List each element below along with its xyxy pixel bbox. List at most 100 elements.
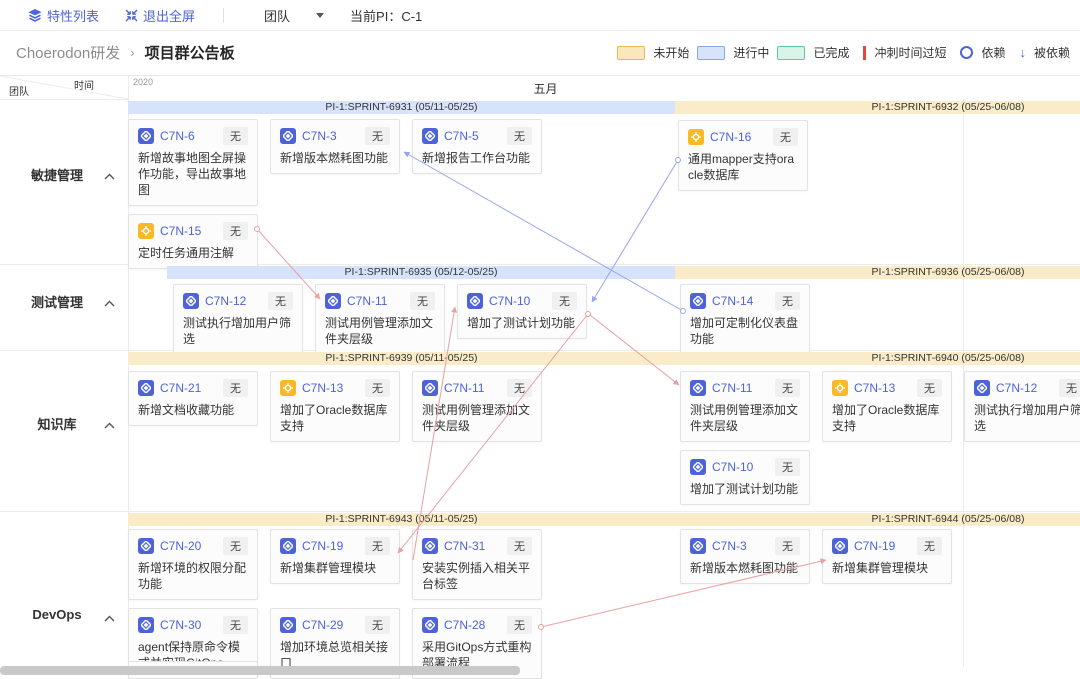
team-row: DevOpsPI-1:SPRINT-6943 (05/11-05/25)C7N-…	[0, 511, 1080, 667]
card-tag-badge: 无	[365, 127, 390, 145]
issue-id-link[interactable]: C7N-3	[712, 539, 747, 553]
feature-card[interactable]: C7N-6无新增故事地图全屏操作功能，导出故事地图	[128, 119, 258, 206]
feature-icon	[422, 538, 438, 554]
card-tag-badge: 无	[775, 458, 800, 476]
sprint-name: PI-1:SPRINT-6936	[872, 266, 959, 278]
card-title: 测试执行增加用户筛选	[974, 402, 1080, 434]
issue-id-link[interactable]: C7N-10	[712, 460, 753, 474]
issue-id-link[interactable]: C7N-19	[854, 539, 895, 553]
depends-label: 依赖	[981, 44, 1005, 61]
sprint-dates: (05/25-06/08)	[961, 352, 1024, 364]
sprint-card-cell: C7N-16无通用mapper支持oracle数据库	[678, 120, 1080, 191]
issue-id-link[interactable]: C7N-21	[160, 381, 201, 395]
sprint-header-bar: PI-1:SPRINT-6940 (05/25-06/08)	[675, 352, 1080, 365]
team-row: 测试管理PI-1:SPRINT-6935 (05/12-05/25)C7N-12…	[0, 264, 1080, 350]
feature-card[interactable]: C7N-21无新增文档收藏功能	[128, 371, 258, 426]
sprint-header-bar: PI-1:SPRINT-6935 (05/12-05/25)	[167, 266, 675, 279]
current-pi-label: 当前PI：	[350, 9, 401, 24]
sprint-header-bar: PI-1:SPRINT-6932 (05/25-06/08)	[675, 101, 1080, 114]
issue-id-link[interactable]: C7N-13	[302, 381, 343, 395]
issue-id-link[interactable]: C7N-11	[444, 381, 484, 395]
feature-icon	[690, 380, 706, 396]
collapse-team-chevron-icon[interactable]	[104, 416, 115, 434]
issue-id-link[interactable]: C7N-11	[712, 381, 752, 395]
card-tag-badge: 无	[917, 379, 942, 397]
horizontal-scrollbar[interactable]	[0, 666, 520, 675]
exit-fullscreen-icon	[125, 9, 138, 22]
feature-list-label: 特性列表	[47, 6, 99, 25]
sprint-header-bar: PI-1:SPRINT-6939 (05/11-05/25)	[128, 352, 675, 365]
feature-card[interactable]: C7N-10无增加了测试计划功能	[680, 450, 810, 505]
issue-id-link[interactable]: C7N-10	[489, 294, 530, 308]
feature-card[interactable]: C7N-12无测试执行增加用户筛选	[173, 284, 303, 355]
issue-id-link[interactable]: C7N-16	[710, 130, 751, 144]
sprint-header-bar: PI-1:SPRINT-6936 (05/25-06/08)	[675, 266, 1080, 279]
card-title: 增加了测试计划功能	[467, 315, 577, 331]
feature-card[interactable]: C7N-3无新增版本燃耗图功能	[680, 529, 810, 584]
issue-id-link[interactable]: C7N-12	[996, 381, 1037, 395]
issue-id-link[interactable]: C7N-31	[444, 539, 485, 553]
card-title: 测试用例管理添加文件夹层级	[422, 402, 532, 434]
feature-icon	[138, 617, 154, 633]
card-tag-badge: 无	[775, 537, 800, 555]
feature-icon	[832, 538, 848, 554]
issue-id-link[interactable]: C7N-13	[854, 381, 895, 395]
issue-id-link[interactable]: C7N-5	[444, 129, 479, 143]
enabler-icon	[138, 223, 154, 239]
feature-card[interactable]: C7N-11无测试用例管理添加文件夹层级	[315, 284, 445, 355]
collapse-team-chevron-icon[interactable]	[104, 167, 115, 185]
issue-id-link[interactable]: C7N-28	[444, 618, 485, 632]
card-tag-badge: 无	[223, 616, 248, 634]
card-title: 新增文档收藏功能	[138, 402, 248, 418]
feature-icon	[690, 538, 706, 554]
collapse-team-chevron-icon[interactable]	[104, 609, 115, 627]
issue-id-link[interactable]: C7N-15	[160, 224, 201, 238]
issue-id-link[interactable]: C7N-3	[302, 129, 337, 143]
feature-card[interactable]: C7N-19无新增集群管理模块	[822, 529, 952, 584]
issue-id-link[interactable]: C7N-19	[302, 539, 343, 553]
feature-card[interactable]: C7N-5无新增报告工作台功能	[412, 119, 542, 174]
issue-id-link[interactable]: C7N-12	[205, 294, 246, 308]
feature-list-icon	[28, 9, 42, 22]
done-label: 已完成	[813, 44, 849, 61]
feature-card[interactable]: C7N-12无测试执行增加用户筛选	[964, 371, 1080, 442]
feature-card[interactable]: C7N-3无新增版本燃耗图功能	[270, 119, 400, 174]
issue-id-link[interactable]: C7N-30	[160, 618, 201, 632]
feature-card[interactable]: C7N-10无增加了测试计划功能	[457, 284, 587, 339]
card-tag-badge: 无	[365, 616, 390, 634]
feature-card[interactable]: C7N-15无定时任务通用注解	[128, 214, 258, 269]
sprint-dates: (05/12-05/25)	[434, 266, 497, 278]
not-started-label: 未开始	[653, 44, 689, 61]
toolbar-divider	[223, 8, 224, 23]
sprint-dates: (05/25-06/08)	[961, 513, 1024, 525]
sprint-name: PI-1:SPRINT-6943	[325, 513, 412, 525]
feature-card[interactable]: C7N-13无增加了Oracle数据库支持	[270, 371, 400, 442]
feature-card[interactable]: C7N-19无新增集群管理模块	[270, 529, 400, 584]
team-dropdown[interactable]: 团队	[264, 6, 324, 25]
card-title: 测试用例管理添加文件夹层级	[690, 402, 800, 434]
issue-id-link[interactable]: C7N-20	[160, 539, 201, 553]
feature-card[interactable]: C7N-31无安装实例插入相关平台标签	[412, 529, 542, 600]
issue-id-link[interactable]: C7N-6	[160, 129, 195, 143]
card-tag-badge: 无	[223, 127, 248, 145]
feature-card[interactable]: C7N-13无增加了Oracle数据库支持	[822, 371, 952, 442]
feature-card[interactable]: C7N-11无测试用例管理添加文件夹层级	[680, 371, 810, 442]
sprint-name: PI-1:SPRINT-6940	[872, 352, 959, 364]
feature-card[interactable]: C7N-14无增加可定制化仪表盘功能	[680, 284, 810, 355]
collapse-team-chevron-icon[interactable]	[104, 294, 115, 312]
enabler-icon	[832, 380, 848, 396]
feature-card[interactable]: C7N-11无测试用例管理添加文件夹层级	[412, 371, 542, 442]
feature-card[interactable]: C7N-16无通用mapper支持oracle数据库	[678, 120, 808, 191]
feature-icon	[280, 538, 296, 554]
breadcrumb-project[interactable]: Choerodon研发	[16, 42, 120, 63]
issue-id-link[interactable]: C7N-14	[712, 294, 753, 308]
exit-fullscreen-button[interactable]: 退出全屏	[125, 6, 195, 25]
feature-list-button[interactable]: 特性列表	[28, 6, 99, 25]
issue-id-link[interactable]: C7N-11	[347, 294, 387, 308]
issue-id-link[interactable]: C7N-29	[302, 618, 343, 632]
team-row: 敏捷管理PI-1:SPRINT-6931 (05/11-05/25)C7N-6无…	[0, 99, 1080, 264]
team-row: 知识库PI-1:SPRINT-6939 (05/11-05/25)C7N-21无…	[0, 350, 1080, 511]
feature-card[interactable]: C7N-20无新增环境的权限分配功能	[128, 529, 258, 600]
feature-icon	[422, 128, 438, 144]
depended-arrow-icon: ↓	[1019, 45, 1026, 60]
